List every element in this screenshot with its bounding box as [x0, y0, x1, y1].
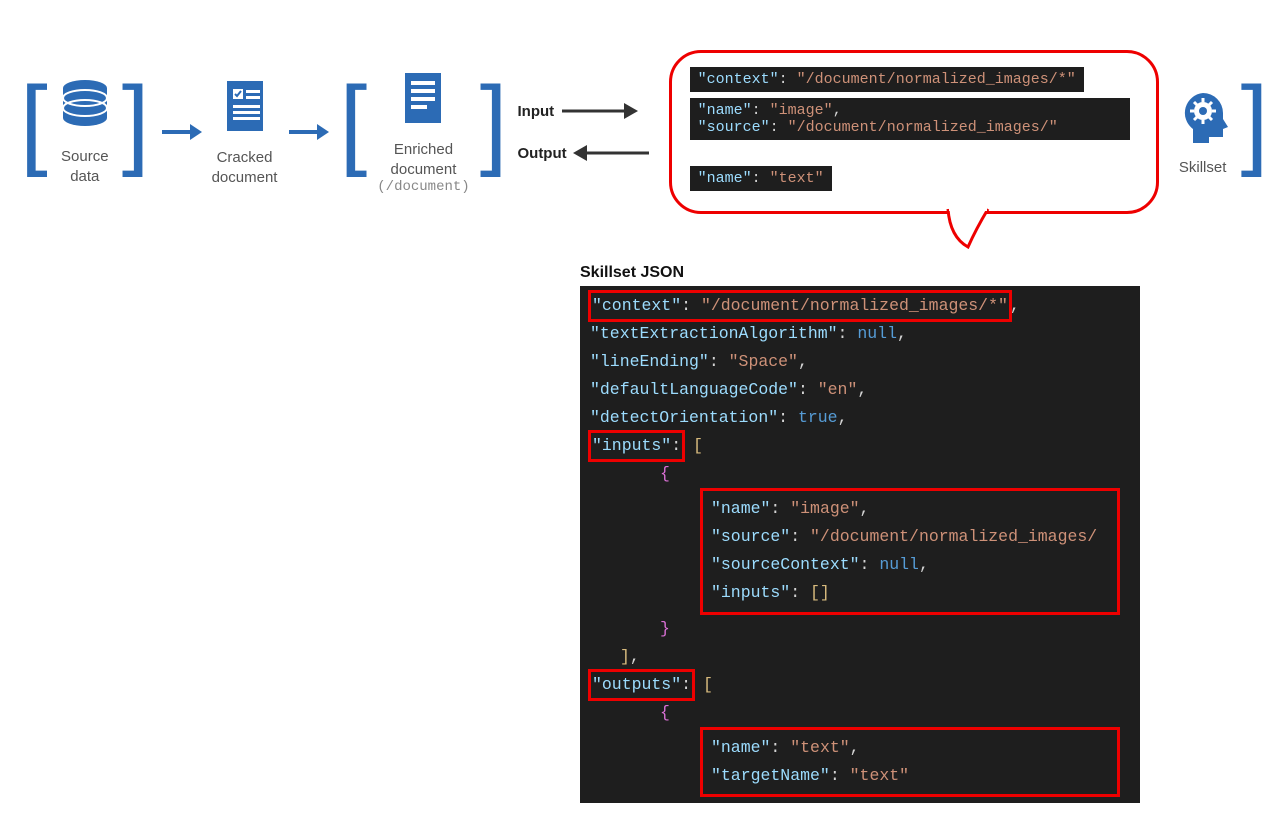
- hl-inputs-block: "name": "image","source": "/document/nor…: [700, 488, 1120, 614]
- callout-bubble: "context": "/document/normalized_images/…: [669, 50, 1159, 214]
- arrow-right-icon: [287, 120, 329, 144]
- bracket-open-icon: [: [20, 72, 48, 172]
- bracket-close-icon: ]: [480, 72, 508, 172]
- io-arrows: Input Output: [517, 100, 650, 164]
- stage-source: Source data: [58, 78, 112, 186]
- arrow-right-icon: [160, 120, 202, 144]
- bracket-open-icon: [: [339, 72, 367, 172]
- skillset-json-title: Skillset JSON: [580, 264, 1248, 282]
- database-icon: [58, 78, 112, 139]
- stage-skillset-label: Skillset: [1179, 158, 1227, 178]
- stage-skillset: Skillset: [1175, 87, 1231, 178]
- bracket-close-icon: ]: [1241, 72, 1268, 172]
- bracket-close-icon: ]: [122, 72, 150, 172]
- stage-enriched: Enriched document (/document): [377, 69, 469, 195]
- bubble-input-block: "name": "image", "source": "/document/no…: [690, 98, 1130, 140]
- arrow-right-icon: [558, 100, 638, 122]
- bubble-output-line: "name": "text": [690, 166, 832, 191]
- hl-outputs-key: "outputs":: [590, 671, 693, 699]
- stage-enriched-sublabel: (/document): [377, 179, 469, 195]
- pipeline-flow: [ Source data ]: [20, 50, 1248, 214]
- input-label: Input: [517, 103, 554, 120]
- bubble-tail-icon: [938, 207, 998, 249]
- hl-context: "context": "/document/normalized_images/…: [590, 292, 1010, 320]
- hl-outputs-block: "name": "text","targetName": "text": [700, 727, 1120, 797]
- document-lines-icon: [399, 69, 447, 132]
- arrow-left-icon: [571, 142, 651, 164]
- hl-inputs-key: "inputs":: [590, 432, 683, 460]
- document-check-icon: [221, 77, 269, 140]
- stage-enriched-label: Enriched document: [391, 140, 457, 179]
- bubble-context-line: "context": "/document/normalized_images/…: [690, 67, 1084, 92]
- stage-cracked: Cracked document: [212, 77, 278, 187]
- stage-cracked-label: Cracked document: [212, 148, 278, 187]
- head-gear-icon: [1175, 87, 1231, 150]
- skillset-json-panel: "context": "/document/normalized_images/…: [580, 286, 1140, 803]
- stage-source-label: Source data: [61, 147, 109, 186]
- output-label: Output: [517, 145, 566, 162]
